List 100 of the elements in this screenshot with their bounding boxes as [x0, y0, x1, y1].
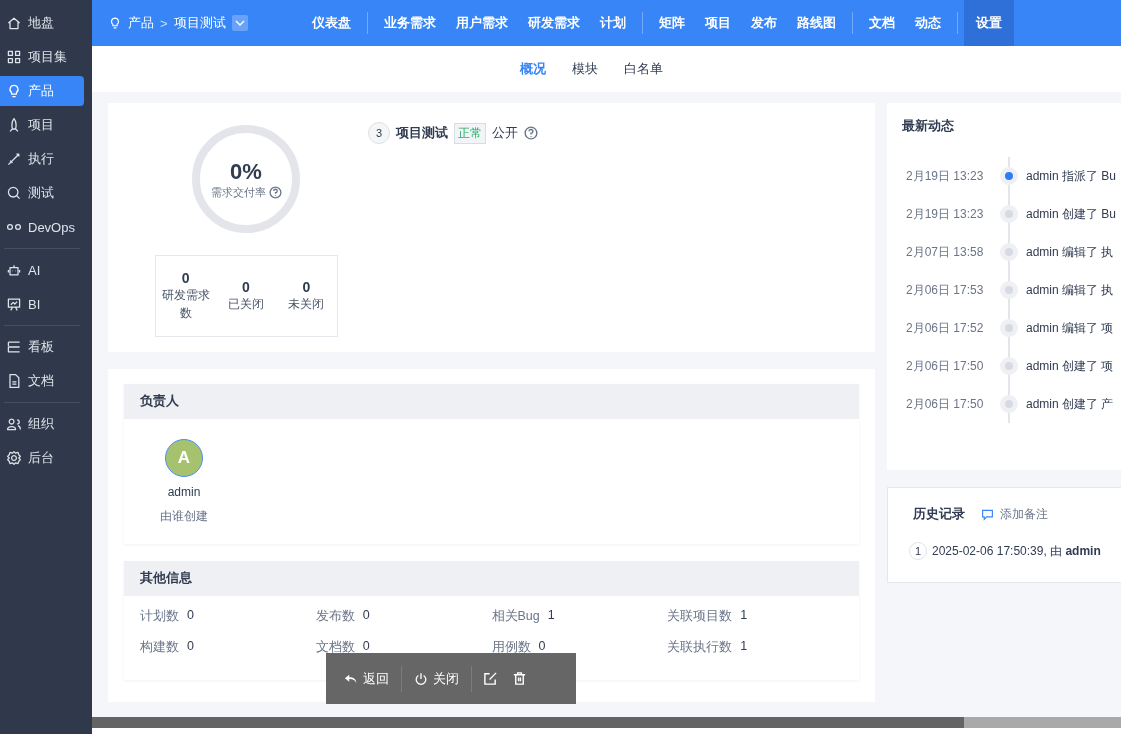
product-name: 项目测试: [396, 124, 448, 142]
info-label: 用例数: [491, 639, 531, 656]
sidebar-item[interactable]: DevOps: [0, 212, 84, 242]
section-header: 其他信息: [124, 561, 859, 596]
sidebar-item[interactable]: 测试: [0, 178, 84, 208]
breadcrumb-separator: >: [160, 15, 168, 31]
subnav-tab[interactable]: 白名单: [624, 60, 663, 78]
user-role: 由谁创建: [160, 508, 208, 525]
info-label: 相关Bug: [491, 608, 540, 625]
menu-icon: [6, 339, 22, 355]
nav-tab[interactable]: 用户需求: [446, 0, 518, 46]
info-label: 关联执行数: [667, 639, 733, 656]
access-label: 公开: [492, 124, 518, 142]
activity-time: 2月06日 17:53: [905, 281, 985, 299]
info-label: 文档数: [315, 639, 355, 656]
power-icon: [414, 671, 428, 686]
menu-icon: [6, 416, 22, 432]
nav-tab[interactable]: 研发需求: [518, 0, 590, 46]
sidebar-item[interactable]: 看板: [0, 332, 84, 362]
activity-text: admin 创建了 Bu: [1025, 205, 1117, 223]
back-button[interactable]: 返回: [336, 663, 397, 694]
nav-tab[interactable]: 矩阵: [649, 0, 695, 46]
info-label: 发布数: [315, 608, 355, 625]
info-value: 1: [740, 639, 748, 655]
sidebar-item[interactable]: 项目: [0, 110, 84, 140]
menu-icon: [6, 151, 22, 167]
stat-value: 0: [301, 279, 312, 295]
nav-tab[interactable]: 计划: [590, 0, 636, 46]
activity-time: 2月06日 17:52: [905, 319, 985, 337]
activity-text: admin 编辑了 执: [1025, 243, 1114, 261]
nav-tab[interactable]: 动态: [905, 0, 951, 46]
activity-time: 2月06日 17:50: [905, 395, 985, 413]
id-badge: 3: [368, 122, 390, 144]
sidebar-item[interactable]: 产品: [0, 76, 84, 106]
subnav-tab[interactable]: 概况: [520, 60, 546, 78]
trash-icon: [512, 671, 527, 686]
activity-text: admin 编辑了 项: [1025, 319, 1114, 337]
panel-title: 最新动态: [902, 118, 955, 135]
info-label: 关联项目数: [667, 608, 733, 625]
stat-label: 已关闭: [227, 296, 265, 313]
close-button[interactable]: 关闭: [406, 663, 467, 694]
info-label: 构建数: [140, 639, 179, 656]
nav-tab[interactable]: 项目: [695, 0, 741, 46]
help-icon: [524, 126, 538, 140]
panel-title: 历史记录: [913, 506, 965, 523]
menu-icon: [6, 296, 22, 312]
help-icon: [268, 185, 282, 199]
nav-tab[interactable]: 仪表盘: [302, 0, 361, 46]
nav-tab[interactable]: 设置: [964, 0, 1014, 46]
info-value: 1: [547, 608, 555, 624]
sidebar-item[interactable]: 后台: [0, 443, 84, 473]
scrollbar[interactable]: [92, 717, 1121, 728]
subnav-tab[interactable]: 模块: [572, 60, 598, 78]
sidebar-item[interactable]: 组织: [0, 409, 84, 439]
info-value: 0: [362, 639, 370, 655]
activity-time: 2月19日 13:23: [905, 205, 985, 223]
menu-icon: [6, 262, 22, 278]
activity-text: admin 指派了 Bu: [1025, 167, 1117, 185]
activity-text: admin 创建了 产: [1025, 395, 1114, 413]
avatar: A: [165, 439, 203, 477]
breadcrumb-link[interactable]: 产品: [128, 14, 154, 32]
edit-icon: [483, 671, 498, 686]
activity-text: admin 编辑了 执: [1025, 281, 1114, 299]
menu-icon: [6, 373, 22, 389]
sidebar-item[interactable]: 执行: [0, 144, 84, 174]
rate-label: 需求交付率: [210, 184, 266, 200]
status-tag: 正常: [454, 122, 486, 144]
sidebar-item[interactable]: 项目集: [0, 42, 84, 72]
menu-icon: [6, 185, 22, 201]
sidebar-item[interactable]: 文档: [0, 366, 84, 396]
lightbulb-icon: [108, 16, 122, 30]
info-value: 1: [740, 608, 748, 624]
comment-icon: [981, 508, 994, 521]
stat-label: 未关闭: [287, 296, 326, 313]
sidebar-item[interactable]: AI: [0, 255, 84, 285]
breadcrumb-current: 项目测试: [173, 14, 226, 32]
stat-value: 0: [180, 270, 191, 286]
sidebar-item[interactable]: 地盘: [0, 8, 84, 38]
activity-time: 2月19日 13:23: [905, 167, 985, 185]
info-value: 0: [187, 639, 194, 655]
stat-value: 0: [241, 279, 251, 295]
activity-text: admin 创建了 项: [1025, 357, 1114, 375]
nav-tab[interactable]: 路线图: [787, 0, 846, 46]
dropdown-button[interactable]: [231, 15, 248, 31]
nav-tab[interactable]: 文档: [859, 0, 905, 46]
menu-icon: [6, 83, 22, 99]
history-entry: 2025-02-06 17:50:39, 由 admin: [932, 542, 1101, 560]
nav-tab[interactable]: 发布: [741, 0, 787, 46]
sidebar-item[interactable]: BI: [0, 289, 84, 319]
info-value: 0: [187, 608, 194, 624]
add-note-link[interactable]: 添加备注: [981, 506, 1048, 523]
activity-time: 2月07日 13:58: [905, 243, 985, 261]
user-name: admin: [167, 485, 201, 499]
nav-tab[interactable]: 业务需求: [374, 0, 446, 46]
rate-value: 0%: [230, 158, 262, 185]
info-value: 0: [538, 639, 546, 655]
activity-time: 2月06日 17:50: [905, 357, 985, 375]
menu-icon: [6, 15, 22, 31]
stat-label: 研发需求数: [160, 287, 211, 322]
info-label: 计划数: [140, 608, 179, 625]
